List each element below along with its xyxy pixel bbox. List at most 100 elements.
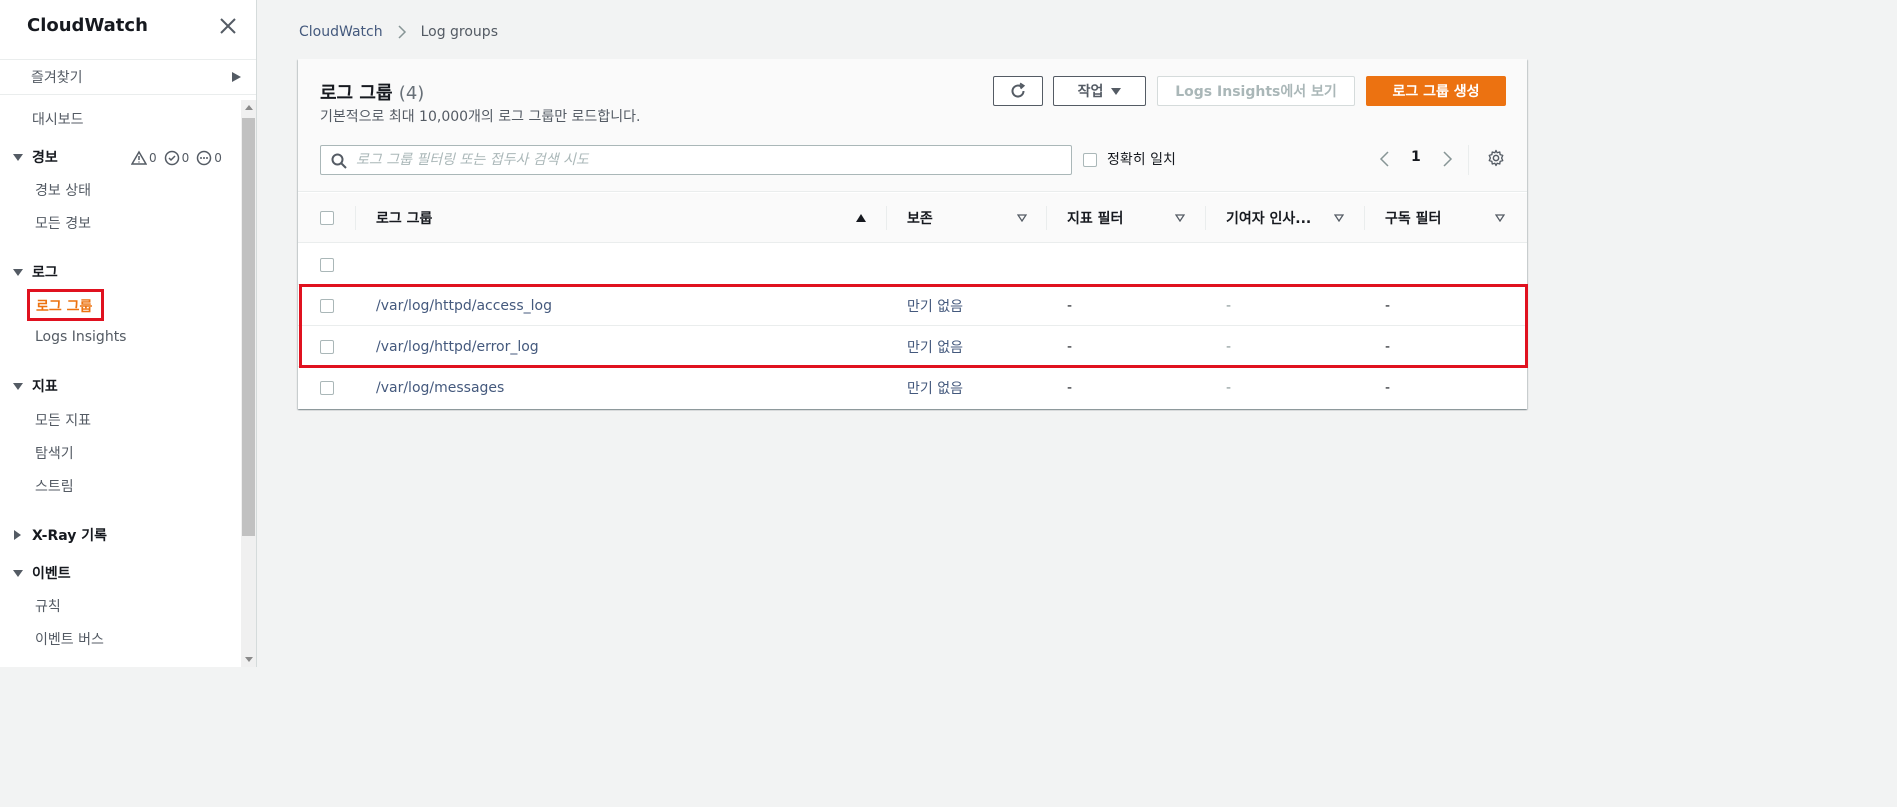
insufficient-count-value: 0 (214, 151, 222, 165)
row-checkbox[interactable] (320, 381, 334, 395)
exact-match-checkbox[interactable] (1083, 153, 1097, 167)
nav-section-events[interactable]: 이벤트 (13, 563, 71, 583)
nav-section-metrics-label: 지표 (32, 379, 58, 395)
column-header-label: 기여자 인사... (1226, 211, 1312, 227)
search-input[interactable] (356, 146, 1056, 174)
retention-link[interactable]: 만기 없음 (907, 285, 963, 326)
nav-section-logs[interactable]: 로그 (13, 262, 58, 282)
sidebar: CloudWatch 즐겨찾기 대시보드 경보 0 0 0 경보 상태 모든 경… (0, 0, 257, 667)
nav-event-buses[interactable]: 이벤트 버스 (35, 629, 104, 649)
scroll-up-icon[interactable] (245, 105, 253, 110)
sort-icon (1495, 214, 1505, 222)
column-header-retention[interactable]: 보존 (907, 193, 1032, 243)
panel-count: (4) (398, 83, 425, 104)
table-header: 로그 그룹 보존 지표 필터 기여자 인사... 구독 필터 (298, 193, 1527, 243)
nav-logs-insights[interactable]: Logs Insights (35, 329, 126, 345)
panel-description: 기본적으로 최대 10,000개의 로그 그룹만 로드합니다. (320, 109, 641, 125)
log-groups-panel: 로그 그룹 (4) 기본적으로 최대 10,000개의 로그 그룹만 로드합니다… (298, 59, 1527, 409)
close-icon[interactable] (216, 14, 240, 38)
alarm-count-value: 0 (149, 151, 157, 165)
alarm-count-insufficient[interactable]: 0 (196, 150, 222, 166)
view-in-logs-insights-button[interactable]: Logs Insights에서 보기 (1157, 76, 1355, 106)
panel-header: 로그 그룹 (4) 기본적으로 최대 10,000개의 로그 그룹만 로드합니다… (298, 59, 1527, 192)
refresh-icon (1011, 82, 1026, 98)
alarm-count-in-alarm[interactable]: 0 (131, 150, 157, 166)
caret-right-icon (232, 72, 241, 82)
warning-icon (131, 150, 147, 165)
table-row[interactable]: /var/log/messages 만기 없음 - - - (298, 367, 1527, 408)
caret-right-icon (14, 530, 21, 540)
ok-count-value: 0 (181, 151, 190, 165)
caret-down-icon (13, 569, 23, 577)
nav-section-alarms-label: 경보 (32, 150, 58, 166)
contributor-insights-link[interactable]: - (1226, 367, 1231, 408)
chevron-right-icon[interactable] (1440, 151, 1454, 167)
actions-button[interactable]: 작업 (1053, 76, 1146, 106)
scroll-down-icon[interactable] (245, 657, 253, 662)
search-box[interactable] (320, 145, 1072, 175)
nav-all-metrics[interactable]: 모든 지표 (35, 410, 91, 430)
nav-section-events-label: 이벤트 (32, 566, 71, 582)
refresh-button[interactable] (993, 76, 1043, 106)
column-header-log-group[interactable]: 로그 그룹 (376, 193, 866, 243)
contributor-insights-link[interactable]: - (1226, 285, 1231, 326)
table-row[interactable]: /var/log/httpd/error_log 만기 없음 - - - (298, 326, 1527, 367)
row-checkbox[interactable] (320, 340, 334, 354)
nav-alarm-states[interactable]: 경보 상태 (35, 180, 91, 200)
column-header-subscription-filters[interactable]: 구독 필터 (1385, 193, 1510, 243)
favorites-label: 즐겨찾기 (31, 70, 83, 86)
nav-section-logs-label: 로그 (32, 265, 58, 281)
contributor-insights-link[interactable]: - (1226, 326, 1231, 367)
column-divider (1205, 206, 1206, 230)
nav-all-alarms[interactable]: 모든 경보 (35, 213, 91, 233)
nav-section-xray-label: X-Ray 기록 (32, 528, 108, 544)
retention-link[interactable]: 만기 없음 (907, 326, 963, 367)
sort-icon (1017, 214, 1027, 222)
nav-rules[interactable]: 규칙 (35, 596, 61, 616)
sidebar-scrollbar[interactable] (241, 100, 256, 667)
create-log-group-button[interactable]: 로그 그룹 생성 (1366, 76, 1506, 106)
table-row[interactable] (298, 244, 1527, 285)
log-group-name-link[interactable]: /var/log/httpd/access_log (376, 285, 552, 326)
column-header-contributor-insights[interactable]: 기여자 인사... (1226, 193, 1351, 243)
alarm-count-ok[interactable]: 0 (164, 150, 190, 166)
log-group-name-link[interactable]: /var/log/messages (376, 367, 504, 408)
sort-icon (1334, 214, 1344, 222)
nav-log-groups[interactable]: 로그 그룹 (27, 289, 104, 321)
alarm-counts: 0 0 0 (131, 150, 222, 166)
nav-explorer[interactable]: 탐색기 (35, 443, 74, 463)
panel-title: 로그 그룹 (4) (320, 79, 424, 105)
breadcrumb-current: Log groups (420, 24, 498, 40)
nav-section-xray[interactable]: X-Ray 기록 (13, 525, 107, 545)
row-checkbox[interactable] (320, 299, 334, 313)
exact-match-label: 정확히 일치 (1107, 152, 1176, 168)
favorites-toggle[interactable]: 즐겨찾기 (0, 59, 256, 95)
check-circle-icon (164, 150, 179, 166)
metric-filters-value: - (1067, 379, 1073, 396)
sort-ascending-icon (856, 214, 866, 222)
select-all-checkbox[interactable] (320, 211, 334, 225)
column-header-metric-filters[interactable]: 지표 필터 (1067, 193, 1192, 243)
caret-down-icon (13, 268, 23, 276)
nav-section-alarms[interactable]: 경보 (13, 147, 58, 167)
nav-section-metrics[interactable]: 지표 (13, 376, 58, 396)
caret-down-icon (13, 153, 23, 161)
retention-link[interactable]: 만기 없음 (907, 367, 963, 408)
caret-down-icon (1111, 87, 1122, 95)
page-number[interactable]: 1 (1411, 149, 1421, 165)
column-divider (355, 206, 356, 230)
table-row[interactable]: /var/log/httpd/access_log 만기 없음 - - - (298, 285, 1527, 326)
nav-dashboard[interactable]: 대시보드 (32, 109, 84, 129)
sort-icon (1175, 214, 1185, 222)
scrollbar-thumb[interactable] (242, 118, 255, 536)
caret-down-icon (13, 382, 23, 390)
metric-filters-value: - (1067, 297, 1073, 314)
row-checkbox[interactable] (320, 258, 334, 272)
gear-icon[interactable] (1487, 149, 1505, 167)
nav-streams[interactable]: 스트림 (35, 476, 74, 496)
breadcrumb-cloudwatch[interactable]: CloudWatch (299, 24, 383, 40)
sidebar-title: CloudWatch (27, 15, 148, 36)
chevron-left-icon[interactable] (1378, 151, 1392, 167)
nav-log-groups-label: 로그 그룹 (36, 299, 93, 315)
log-group-name-link[interactable]: /var/log/httpd/error_log (376, 326, 539, 367)
